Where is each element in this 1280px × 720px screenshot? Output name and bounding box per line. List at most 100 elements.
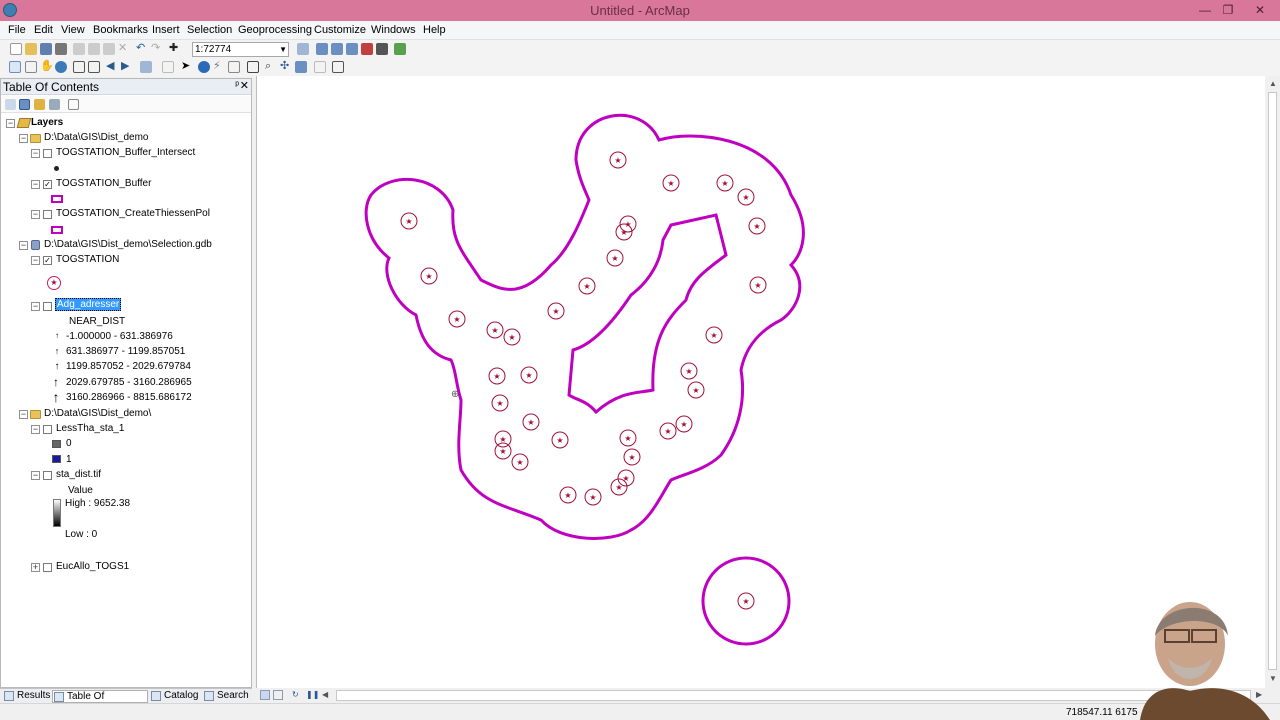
collapse-layer-icon[interactable]: −: [31, 471, 40, 480]
group-dist-demo-root-label[interactable]: D:\Data\GIS\Dist_demo\: [44, 408, 151, 419]
search-window-icon[interactable]: [346, 43, 358, 55]
html-popup-icon[interactable]: [228, 61, 240, 73]
menu-bookmarks[interactable]: Bookmarks: [93, 24, 148, 36]
editor-toolbar-icon[interactable]: [297, 43, 309, 55]
collapse-layer-icon[interactable]: −: [31, 425, 40, 434]
buffer-inner-hole[interactable]: [567, 213, 728, 415]
new-document-icon[interactable]: [10, 43, 22, 55]
go-to-xy-icon[interactable]: [295, 61, 307, 73]
print-icon[interactable]: [55, 43, 67, 55]
layer-togstation-label[interactable]: TOGSTATION: [56, 254, 119, 265]
polygon-symbol-swatch[interactable]: [51, 195, 63, 203]
map-canvas[interactable]: ★ ★ ★ ★ ★ ★ ★ ★ ★ ★ ★ ★ ★ ★ ★ ★ ★ ★ ★ ★ ★ ★ ★ ★ ★ ★ ★ ★ ★ ★ ★ ★ ★ ★ ★ ★ ⊕: [256, 76, 1265, 688]
arrow-up-icon[interactable]: ↑: [52, 331, 62, 340]
add-data-icon[interactable]: ✚: [169, 43, 181, 55]
layers-root-label[interactable]: Layers: [31, 117, 63, 128]
identify-icon[interactable]: [198, 61, 210, 73]
delete-icon[interactable]: ✕: [118, 43, 130, 55]
full-extent-icon[interactable]: [55, 61, 67, 73]
fixed-zoom-in-icon[interactable]: [73, 61, 85, 73]
undo-icon[interactable]: ↶: [136, 43, 148, 55]
layer-visibility-checkbox[interactable]: [43, 149, 52, 158]
menu-geoprocessing[interactable]: Geoprocessing: [238, 24, 312, 36]
expand-layer-icon[interactable]: +: [31, 563, 40, 572]
arrow-up-icon[interactable]: ↑: [52, 361, 62, 372]
scroll-up-icon[interactable]: ▲: [1269, 79, 1277, 88]
collapse-layer-icon[interactable]: −: [31, 210, 40, 219]
toc-close-icon[interactable]: ✕: [240, 79, 249, 92]
map-scale-combobox[interactable]: 1:72774 ▼: [192, 42, 289, 57]
redo-icon[interactable]: ↷: [151, 43, 163, 55]
layer-thiessen-label[interactable]: TOGSTATION_CreateThiessenPol: [56, 208, 210, 219]
refresh-icon[interactable]: ↻: [292, 690, 299, 699]
zoom-out-icon[interactable]: [25, 61, 37, 73]
list-by-drawing-order-icon[interactable]: [5, 99, 16, 110]
collapse-group-icon[interactable]: −: [19, 410, 28, 419]
hyperlink-icon[interactable]: ⚡: [213, 61, 225, 73]
arrow-up-icon[interactable]: ↑: [51, 389, 61, 405]
zoom-in-icon[interactable]: [9, 61, 21, 73]
save-icon[interactable]: [40, 43, 52, 55]
layer-eucallo-label[interactable]: EucAllo_TOGS1: [56, 561, 129, 572]
collapse-layer-icon[interactable]: −: [31, 180, 40, 189]
menu-windows[interactable]: Windows: [371, 24, 416, 36]
menu-customize[interactable]: Customize: [314, 24, 366, 36]
pan-hand-icon[interactable]: ✋: [40, 61, 54, 73]
copy-icon[interactable]: [88, 43, 100, 55]
arrow-up-icon[interactable]: ↑: [51, 375, 61, 389]
find-binoculars-icon[interactable]: ⌕: [265, 61, 277, 73]
collapse-group-icon[interactable]: −: [19, 134, 28, 143]
list-by-visibility-icon[interactable]: [34, 99, 45, 110]
layer-visibility-checkbox[interactable]: [43, 425, 52, 434]
scroll-left-icon[interactable]: ◀: [322, 690, 328, 699]
list-by-source-icon[interactable]: [19, 99, 30, 110]
menu-file[interactable]: File: [8, 24, 26, 36]
list-by-selection-icon[interactable]: [49, 99, 60, 110]
layer-visibility-checkbox[interactable]: ✓: [43, 180, 52, 189]
menu-edit[interactable]: Edit: [34, 24, 53, 36]
forward-arrow-icon[interactable]: ▶: [121, 61, 133, 73]
color-ramp-swatch[interactable]: [53, 499, 61, 527]
back-arrow-icon[interactable]: ◀: [106, 61, 118, 73]
paste-icon[interactable]: [103, 43, 115, 55]
tab-results[interactable]: Results: [3, 690, 51, 703]
chevron-down-icon[interactable]: ▼: [279, 43, 287, 56]
toc-window-icon[interactable]: [316, 43, 328, 55]
layer-visibility-checkbox[interactable]: [43, 471, 52, 480]
measure-icon[interactable]: [247, 61, 259, 73]
selected-layer-name[interactable]: Adg_adresser: [55, 298, 122, 311]
collapse-layer-icon[interactable]: −: [31, 302, 40, 311]
pin-icon[interactable]: ᵖ: [235, 80, 239, 91]
fixed-zoom-out-icon[interactable]: [88, 61, 100, 73]
catalog-window-icon[interactable]: [331, 43, 343, 55]
star-marker-icon[interactable]: ★: [47, 276, 61, 290]
toc-options-icon[interactable]: [68, 99, 79, 110]
find-route-icon[interactable]: ✣: [280, 61, 292, 73]
layout-view-icon[interactable]: [273, 690, 283, 700]
layer-buffer-intersect-label[interactable]: TOGSTATION_Buffer_Intersect: [56, 147, 195, 158]
raster-class-swatch[interactable]: [52, 455, 61, 463]
tab-table-of-contents[interactable]: Table Of Contents: [52, 690, 148, 713]
collapse-group-icon[interactable]: −: [19, 241, 28, 250]
layer-sta-dist-label[interactable]: sta_dist.tif: [56, 469, 101, 480]
layer-visibility-checkbox[interactable]: [43, 302, 52, 311]
modelbuilder-icon[interactable]: [394, 43, 406, 55]
open-folder-icon[interactable]: [25, 43, 37, 55]
cut-icon[interactable]: [73, 43, 85, 55]
layer-adg-adresser-label[interactable]: Adg_adresser: [55, 298, 122, 311]
layer-visibility-checkbox[interactable]: [43, 563, 52, 572]
vertical-scroll-thumb[interactable]: [1268, 92, 1277, 670]
layer-buffer-label[interactable]: TOGSTATION_Buffer: [56, 178, 151, 189]
clear-selection-icon[interactable]: [162, 61, 174, 73]
map-drawing[interactable]: ★★ ★★★ ★★★★★★ ★★★★★ ★★ ★ ★★★★★★★ ★ ★★★★★★★ ★★ ⊕: [257, 76, 1266, 688]
menu-help[interactable]: Help: [423, 24, 446, 36]
data-view-icon[interactable]: [260, 690, 270, 700]
group-dist-demo-label[interactable]: D:\Data\GIS\Dist_demo: [44, 132, 148, 143]
collapse-layer-icon[interactable]: −: [31, 256, 40, 265]
menu-insert[interactable]: Insert: [152, 24, 180, 36]
polygon-symbol-swatch[interactable]: [51, 226, 63, 234]
raster-class-swatch[interactable]: [52, 440, 61, 448]
scroll-down-icon[interactable]: ▼: [1269, 674, 1277, 683]
create-viewer-window-icon[interactable]: [332, 61, 344, 73]
arrow-up-icon[interactable]: ↑: [52, 346, 62, 356]
